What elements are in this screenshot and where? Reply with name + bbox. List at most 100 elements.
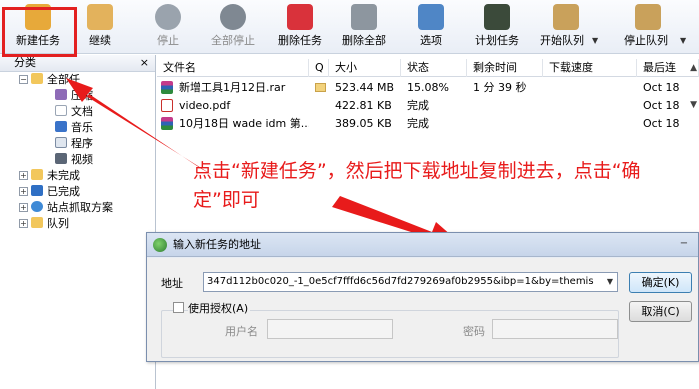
stop-queue-chevron-icon[interactable]: ▼ [680,36,686,45]
schedule-icon [484,4,510,30]
file-name: video.pdf [179,99,231,112]
ok-button[interactable]: 确定(K) [629,272,692,293]
trash-icon [351,4,377,30]
close-icon[interactable]: × [140,56,149,69]
username-field[interactable] [267,319,393,339]
last-try: Oct 18 [643,117,680,130]
address-input[interactable]: 347d112b0c020_-1_0e5cf7fffd6c56d7fd27926… [203,272,618,292]
column-header-time-left[interactable]: 剩余时间 [467,59,543,77]
list-header: 文件名 Q 大小 状态 剩余时间 下载速度 最后连 [157,59,699,77]
sidebar-item-all[interactable]: 全部任 [31,72,80,88]
options-label: 选项 [420,34,442,47]
table-row[interactable]: 新增工具1月12日.rar 523.44 MB 15.08% 1 分 39 秒 … [157,79,699,96]
pdf-icon [161,99,173,112]
dialog-title: 输入新任务的地址 [173,238,261,251]
use-authorization-label: 使用授权(A) [188,300,251,316]
resume-button[interactable]: 继续 [74,0,126,54]
address-value: 347d112b0c020_-1_0e5cf7fffd6c56d7fd27926… [207,276,594,287]
complete-folder-icon [31,185,43,196]
table-row[interactable]: 10月18日 wade idm 第... 389.05 KB 完成 Oct 18 [157,115,699,132]
sidebar-item-programs[interactable]: 程序 [55,136,93,152]
sidebar-header: 分类 [0,55,155,72]
schedule-button[interactable]: 计划任务 [466,0,528,54]
transfer-rate [543,79,637,96]
sidebar-item-incomplete[interactable]: 未完成 [31,168,80,184]
file-status: 完成 [407,99,429,112]
address-label: 地址 [161,277,183,290]
collapse-icon[interactable]: − [19,75,28,84]
stop-button[interactable]: 停止 [142,0,194,54]
delete-all-button[interactable]: 删除全部 [334,0,394,54]
use-authorization-checkbox[interactable] [173,302,184,313]
scroll-down-icon[interactable]: ▼ [690,100,697,110]
file-size: 422.81 KB [335,99,392,112]
start-queue-button[interactable]: 开始队列 [534,0,598,54]
stop-all-label: 全部停止 [211,34,255,47]
resume-icon [87,4,113,30]
time-left [467,115,543,132]
file-name: 10月18日 wade idm 第... [179,117,309,130]
start-queue-icon [553,4,579,30]
document-icon [55,105,67,116]
archive-icon [55,89,67,100]
column-header-queue[interactable]: Q [309,59,329,77]
stop-all-button[interactable]: 全部停止 [204,0,262,54]
queue-folder-icon [31,217,43,228]
delete-task-label: 删除任务 [278,34,322,47]
column-header-status[interactable]: 状态 [401,59,467,77]
sidebar-item-queues[interactable]: 队列 [31,216,69,232]
queue-indicator-icon [309,79,329,96]
stop-all-icon [220,4,246,30]
globe-icon [153,238,167,252]
dropdown-arrow-icon[interactable]: ▼ [607,273,613,291]
password-label: 密码 [463,325,485,338]
cancel-button[interactable]: 取消(C) [629,301,692,322]
start-queue-chevron-icon[interactable]: ▼ [592,36,598,45]
minimize-icon[interactable]: − [676,238,692,252]
program-icon [55,137,67,148]
toolbar: 新建任务 继续 停止 全部停止 删除任务 删除全部 选项 计划任务 开始队列 ▼… [0,0,699,54]
dialog-body: 地址 347d112b0c020_-1_0e5cf7fffd6c56d7fd27… [147,258,698,361]
file-status: 完成 [407,117,429,130]
scroll-up-icon[interactable]: ▲ [690,63,697,73]
schedule-label: 计划任务 [475,34,519,47]
transfer-rate [543,115,637,132]
sidebar-item-complete[interactable]: 已完成 [31,184,80,200]
stop-label: 停止 [157,34,179,47]
delete-task-button[interactable]: 删除任务 [270,0,330,54]
delete-all-label: 删除全部 [342,34,386,47]
sidebar-item-site-grabber[interactable]: 站点抓取方案 [31,200,113,216]
sidebar-item-compressed[interactable]: 压缩 [55,88,93,104]
instruction-text: 点击“新建任务”，然后把下载地址复制进去，点击“确定”即可 [193,160,641,211]
username-label: 用户名 [225,325,258,338]
folder-open-icon [31,73,43,84]
delete-icon [287,4,313,30]
table-row[interactable]: video.pdf 422.81 KB 完成 Oct 18 [157,97,699,114]
last-try: Oct 18 [643,81,680,94]
column-header-size[interactable]: 大小 [329,59,401,77]
sidebar-item-video[interactable]: 视频 [55,152,93,168]
time-left [467,97,543,114]
dialog-titlebar[interactable]: 输入新任务的地址 − [147,233,698,257]
start-queue-label: 开始队列 [540,34,584,47]
highlight-box [2,7,77,57]
password-field[interactable] [492,319,618,339]
expand-icon[interactable]: + [19,203,28,212]
new-task-dialog: 输入新任务的地址 − 地址 347d112b0c020_-1_0e5cf7fff… [146,232,699,362]
expand-icon[interactable]: + [19,187,28,196]
time-left: 1 分 39 秒 [473,81,527,94]
expand-icon[interactable]: + [19,219,28,228]
stop-queue-button[interactable]: 停止队列 [616,0,680,54]
expand-icon[interactable]: + [19,171,28,180]
options-button[interactable]: 选项 [406,0,456,54]
sidebar-title: 分类 [14,56,36,69]
column-header-speed[interactable]: 下载速度 [543,59,637,77]
file-status: 15.08% [407,81,449,94]
sidebar-item-documents[interactable]: 文档 [55,104,93,120]
stop-icon [155,4,181,30]
column-header-filename[interactable]: 文件名 [157,59,309,77]
stop-queue-label: 停止队列 [624,34,668,47]
file-size: 389.05 KB [335,117,392,130]
resume-label: 继续 [89,34,111,47]
sidebar-item-music[interactable]: 音乐 [55,120,93,136]
